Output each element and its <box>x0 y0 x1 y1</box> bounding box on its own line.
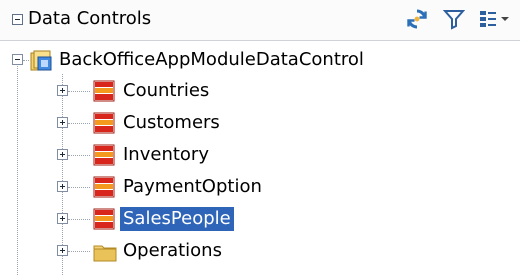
tree-node-row[interactable]: Operations <box>0 235 520 267</box>
tree-node-label[interactable]: Countries <box>120 79 212 103</box>
data-control-icon <box>29 49 55 77</box>
tree-options-button[interactable] <box>475 7 511 31</box>
tree-branch-line <box>68 251 90 252</box>
panel-title: Data Controls <box>28 8 152 29</box>
tree-node-row[interactable]: Inventory <box>0 139 520 171</box>
expand-node-toggle[interactable] <box>57 85 68 96</box>
tree-node-row-selected[interactable]: SalesPeople <box>0 203 520 235</box>
chevron-down-icon <box>501 15 509 23</box>
refresh-icon <box>405 8 429 30</box>
expand-node-toggle[interactable] <box>57 117 68 128</box>
tree-branch-line <box>68 187 90 188</box>
collapse-root-toggle[interactable] <box>12 54 23 65</box>
collapse-panel-button[interactable] <box>12 14 23 25</box>
tree-node-label[interactable]: Operations <box>120 239 225 263</box>
tree-branch-line <box>68 91 90 92</box>
panel-header: Data Controls <box>0 0 520 41</box>
tree-options-icon <box>477 8 499 30</box>
expand-node-toggle[interactable] <box>57 149 68 160</box>
expand-node-toggle[interactable] <box>57 181 68 192</box>
filter-button[interactable] <box>442 7 466 31</box>
tree-node-label[interactable]: Inventory <box>120 143 212 167</box>
collection-icon <box>93 176 115 202</box>
expand-node-toggle[interactable] <box>57 245 68 256</box>
filter-icon <box>443 8 465 30</box>
tree-node-row[interactable]: Customers <box>0 107 520 139</box>
collection-icon <box>93 112 115 138</box>
tree-root-row[interactable]: BackOfficeAppModuleDataControl <box>0 44 520 76</box>
tree-branch-line <box>68 219 90 220</box>
expand-node-toggle[interactable] <box>57 213 68 224</box>
tree-branch-line <box>68 155 90 156</box>
tree-node-row[interactable]: Countries <box>0 75 520 107</box>
tree-node-label[interactable]: PaymentOption <box>120 175 265 199</box>
tree-node-label[interactable]: BackOfficeAppModuleDataControl <box>56 48 367 72</box>
collection-icon <box>93 208 115 234</box>
tree-node-label[interactable]: Customers <box>120 111 223 135</box>
tree-node-label-selected[interactable]: SalesPeople <box>120 207 234 231</box>
folder-icon <box>93 242 117 266</box>
tree-node-row[interactable]: PaymentOption <box>0 171 520 203</box>
data-control-tree: BackOfficeAppModuleDataControl Countries <box>0 44 520 275</box>
tree-branch-line <box>68 123 90 124</box>
collection-icon <box>93 144 115 170</box>
data-controls-panel: Data Controls BackOfficeAppModuleDataCon… <box>0 0 520 275</box>
refresh-button[interactable] <box>404 7 430 31</box>
collection-icon <box>93 80 115 106</box>
